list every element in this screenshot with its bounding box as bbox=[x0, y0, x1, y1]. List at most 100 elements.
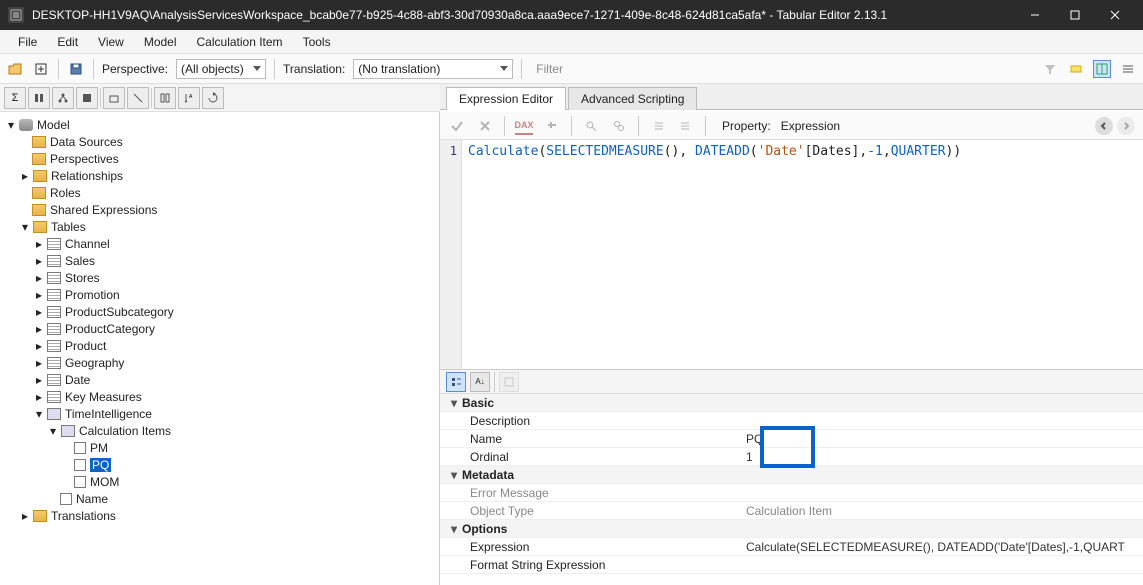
menu-view[interactable]: View bbox=[90, 33, 132, 51]
propgrid-row-name[interactable]: NamePQ bbox=[440, 430, 1143, 448]
maximize-button[interactable] bbox=[1055, 0, 1095, 30]
tree-ci-mom[interactable]: MOM bbox=[2, 473, 437, 490]
outdent-icon[interactable] bbox=[677, 117, 695, 135]
property-grid[interactable]: ▾Basic Description NamePQ Ordinal1 ▾Meta… bbox=[440, 394, 1143, 585]
table-icon bbox=[47, 272, 61, 284]
refresh-icon[interactable] bbox=[202, 87, 224, 109]
tree-table-geography[interactable]: ▸Geography bbox=[2, 354, 437, 371]
table-icon bbox=[47, 340, 61, 352]
column-icon bbox=[60, 493, 72, 505]
filter-input[interactable]: Filter bbox=[530, 57, 1033, 81]
nav-back-icon[interactable] bbox=[1095, 117, 1113, 135]
tree-column-name[interactable]: Name bbox=[2, 490, 437, 507]
sort-icon[interactable] bbox=[154, 87, 176, 109]
dax-formatter-icon[interactable]: DAX bbox=[515, 117, 533, 135]
menu-tools[interactable]: Tools bbox=[295, 33, 339, 51]
menu-model[interactable]: Model bbox=[136, 33, 185, 51]
tree-relationships[interactable]: ▸Relationships bbox=[2, 167, 437, 184]
tree-table-productsubcategory[interactable]: ▸ProductSubcategory bbox=[2, 303, 437, 320]
hierarchy-icon[interactable] bbox=[52, 87, 74, 109]
tree-table-key-measures[interactable]: ▸Key Measures bbox=[2, 388, 437, 405]
tree-table-stores[interactable]: ▸Stores bbox=[2, 269, 437, 286]
calc-group-icon bbox=[61, 425, 75, 437]
tab-advanced-scripting[interactable]: Advanced Scripting bbox=[568, 87, 697, 110]
columns-icon[interactable] bbox=[28, 87, 50, 109]
menu-file[interactable]: File bbox=[10, 33, 45, 51]
editor-tabs: Expression Editor Advanced Scripting bbox=[440, 84, 1143, 110]
tree-table-channel[interactable]: ▸Channel bbox=[2, 235, 437, 252]
save-icon[interactable] bbox=[67, 60, 85, 78]
propgrid-category-metadata[interactable]: ▾Metadata bbox=[440, 466, 1143, 484]
table-icon bbox=[47, 289, 61, 301]
hidden-icon[interactable] bbox=[127, 87, 149, 109]
accept-icon[interactable] bbox=[448, 117, 466, 135]
deploy-icon[interactable] bbox=[32, 60, 50, 78]
main-area: ▾Model Data Sources Perspectives ▸Relati… bbox=[0, 112, 1143, 585]
property-dropdown[interactable]: Expression bbox=[781, 119, 968, 133]
cancel-icon[interactable] bbox=[476, 117, 494, 135]
folder-icon bbox=[32, 204, 46, 216]
separator bbox=[571, 116, 572, 136]
tree-tables[interactable]: ▾Tables bbox=[2, 218, 437, 235]
tree-data-sources[interactable]: Data Sources bbox=[2, 133, 437, 150]
app-icon bbox=[8, 7, 24, 23]
propgrid-category-basic[interactable]: ▾Basic bbox=[440, 394, 1143, 412]
tree-shared-expressions[interactable]: Shared Expressions bbox=[2, 201, 437, 218]
model-icon bbox=[19, 119, 33, 131]
tree-model[interactable]: ▾Model bbox=[2, 116, 437, 133]
propgrid-row-format-string-expression[interactable]: Format String Expression bbox=[440, 556, 1143, 574]
code-area[interactable]: Calculate(SELECTEDMEASURE(), DATEADD('Da… bbox=[462, 140, 1143, 369]
close-button[interactable] bbox=[1095, 0, 1135, 30]
comment-icon[interactable] bbox=[543, 117, 561, 135]
tree-table-timeintelligence[interactable]: ▾TimeIntelligence bbox=[2, 405, 437, 422]
tree-ci-pq[interactable]: PQ bbox=[2, 456, 437, 473]
toolbar-main: Perspective: (All objects) Translation: … bbox=[0, 54, 1143, 84]
propgrid-row-expression[interactable]: ExpressionCalculate(SELECTEDMEASURE(), D… bbox=[440, 538, 1143, 556]
tree-table-sales[interactable]: ▸Sales bbox=[2, 252, 437, 269]
translation-dropdown[interactable]: (No translation) bbox=[353, 59, 513, 79]
panel-view-icon[interactable] bbox=[1093, 60, 1111, 78]
display-folder-icon[interactable] bbox=[103, 87, 125, 109]
replace-icon[interactable] bbox=[610, 117, 628, 135]
tree-ci-pm[interactable]: PM bbox=[2, 439, 437, 456]
propgrid-row-object-type[interactable]: Object TypeCalculation Item bbox=[440, 502, 1143, 520]
alphabetical-icon[interactable]: A↓ bbox=[470, 372, 490, 392]
tree-table-product[interactable]: ▸Product bbox=[2, 337, 437, 354]
tree-translations[interactable]: ▸Translations bbox=[2, 507, 437, 524]
table-icon bbox=[47, 323, 61, 335]
tree-table-promotion[interactable]: ▸Promotion bbox=[2, 286, 437, 303]
translation-value: (No translation) bbox=[358, 62, 440, 76]
folder-icon bbox=[32, 153, 46, 165]
tree-roles[interactable]: Roles bbox=[2, 184, 437, 201]
tab-expression-editor[interactable]: Expression Editor bbox=[446, 87, 566, 110]
expression-toolbar: DAX Property: Expression bbox=[440, 112, 1143, 140]
perspective-dropdown[interactable]: (All objects) bbox=[176, 59, 266, 79]
minimize-button[interactable] bbox=[1015, 0, 1055, 30]
categorized-icon[interactable] bbox=[446, 372, 466, 392]
menu-calculation-item[interactable]: Calculation Item bbox=[189, 33, 291, 51]
tree-calculation-items[interactable]: ▾Calculation Items bbox=[2, 422, 437, 439]
highlight-icon[interactable] bbox=[1067, 60, 1085, 78]
find-icon[interactable] bbox=[582, 117, 600, 135]
tree-table-date[interactable]: ▸Date bbox=[2, 371, 437, 388]
open-icon[interactable] bbox=[6, 60, 24, 78]
table-icon bbox=[47, 238, 61, 250]
indent-icon[interactable] bbox=[649, 117, 667, 135]
list-view-icon[interactable] bbox=[1119, 60, 1137, 78]
model-tree[interactable]: ▾Model Data Sources Perspectives ▸Relati… bbox=[0, 112, 440, 585]
propgrid-row-error[interactable]: Error Message bbox=[440, 484, 1143, 502]
propgrid-row-description[interactable]: Description bbox=[440, 412, 1143, 430]
tree-table-productcategory[interactable]: ▸ProductCategory bbox=[2, 320, 437, 337]
nav-forward-icon[interactable] bbox=[1117, 117, 1135, 135]
alpha-sort-icon[interactable]: A bbox=[178, 87, 200, 109]
expression-editor[interactable]: 1 Calculate(SELECTEDMEASURE(), DATEADD('… bbox=[440, 140, 1143, 370]
propgrid-category-options[interactable]: ▾Options bbox=[440, 520, 1143, 538]
propgrid-pages-icon[interactable] bbox=[499, 372, 519, 392]
separator bbox=[638, 116, 639, 136]
menu-edit[interactable]: Edit bbox=[49, 33, 86, 51]
translation-label: Translation: bbox=[283, 62, 345, 76]
tree-perspectives[interactable]: Perspectives bbox=[2, 150, 437, 167]
sigma-icon[interactable]: Σ bbox=[4, 87, 26, 109]
partition-icon[interactable] bbox=[76, 87, 98, 109]
filter-icon[interactable] bbox=[1041, 60, 1059, 78]
